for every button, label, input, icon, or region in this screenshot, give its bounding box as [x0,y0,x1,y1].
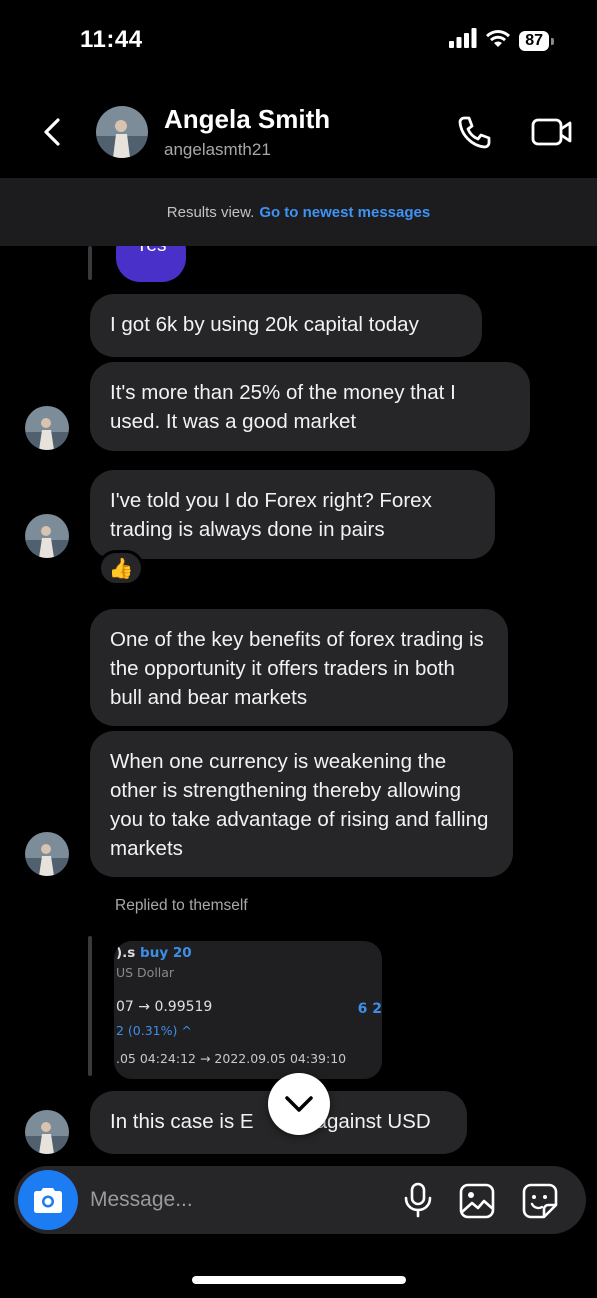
sticker-button[interactable] [521,1182,559,1220]
message-bubble[interactable]: When one currency is weakening the other… [90,731,513,877]
message-text: I got 6k by using 20k capital today [110,313,419,336]
sender-avatar[interactable] [25,1110,69,1154]
video-call-button[interactable] [530,112,574,152]
replied-label: Replied to themself [115,897,248,914]
message-text: I've told you I do Forex right? Forex tr… [110,489,432,541]
status-bar: 11:44 87 [0,0,597,80]
sender-avatar[interactable] [25,406,69,450]
reply-line [88,246,92,280]
trade-currency: US Dollar [116,965,175,980]
scroll-to-bottom-button[interactable] [268,1073,330,1135]
sender-avatar[interactable] [25,832,69,876]
camera-icon [34,1188,62,1213]
sticker-icon [522,1183,558,1219]
message-text: against USD [315,1110,431,1133]
status-time: 11:44 [80,26,143,53]
trade-date: .05 04:24:12 → 2022.09.05 04:39:10 [116,1051,347,1066]
trade-change: 2 (0.31%) ^ [116,1023,192,1038]
message-thread[interactable]: Yes I got 6k by using 20k capital today … [0,246,597,1166]
gallery-button[interactable] [458,1182,496,1220]
sent-message-bubble[interactable]: Yes [116,246,186,282]
audio-call-button[interactable] [454,112,494,152]
voice-message-button[interactable] [402,1182,434,1218]
wifi-icon [485,28,511,53]
contact-username: angelasmth21 [164,140,271,159]
message-composer [14,1166,586,1234]
go-to-newest-link[interactable]: Go to newest messages [259,204,430,221]
results-view-label: Results view. [166,203,255,221]
signal-icon [449,28,477,53]
home-indicator [192,1276,406,1284]
battery-icon: 87 [519,30,554,51]
message-text: In this case is E [110,1110,254,1133]
message-input[interactable] [90,1180,390,1220]
thumbs-up-reaction[interactable]: 👍 [98,550,144,586]
message-text: One of the key benefits of forex trading… [110,628,484,709]
back-icon [44,118,60,146]
chevron-down-icon [285,1096,313,1112]
chat-header: Angela Smith angelasmth21 [0,90,597,174]
results-banner: Results view. Go to newest messages [0,178,597,246]
back-button[interactable] [32,112,72,152]
camera-button[interactable] [18,1170,78,1230]
message-bubble[interactable]: One of the key benefits of forex trading… [90,609,508,726]
message-bubble[interactable]: It's more than 25% of the money that I u… [90,362,530,451]
contact-name[interactable]: Angela Smith [164,104,330,135]
message-text: It's more than 25% of the money that I u… [110,381,456,433]
sender-avatar[interactable] [25,514,69,558]
trade-price: 07 → 0.99519 [116,999,213,1015]
video-camera-icon [531,118,572,146]
replied-image-card[interactable]: ).s buy 20 US Dollar 07 → 0.99519 6 2 2 … [114,941,382,1079]
message-bubble[interactable]: I've told you I do Forex right? Forex tr… [90,470,495,559]
phone-icon [458,116,491,149]
gallery-icon [459,1183,495,1219]
message-bubble[interactable]: I got 6k by using 20k capital today [90,294,482,357]
microphone-icon [404,1182,432,1218]
header-avatar[interactable] [96,106,148,158]
trade-title: ).s buy 20 [116,945,192,961]
status-icons: 87 [449,28,554,53]
message-text: When one currency is weakening the other… [110,750,489,860]
trade-profit: 6 2 [357,1001,382,1017]
reply-line [88,936,92,1076]
